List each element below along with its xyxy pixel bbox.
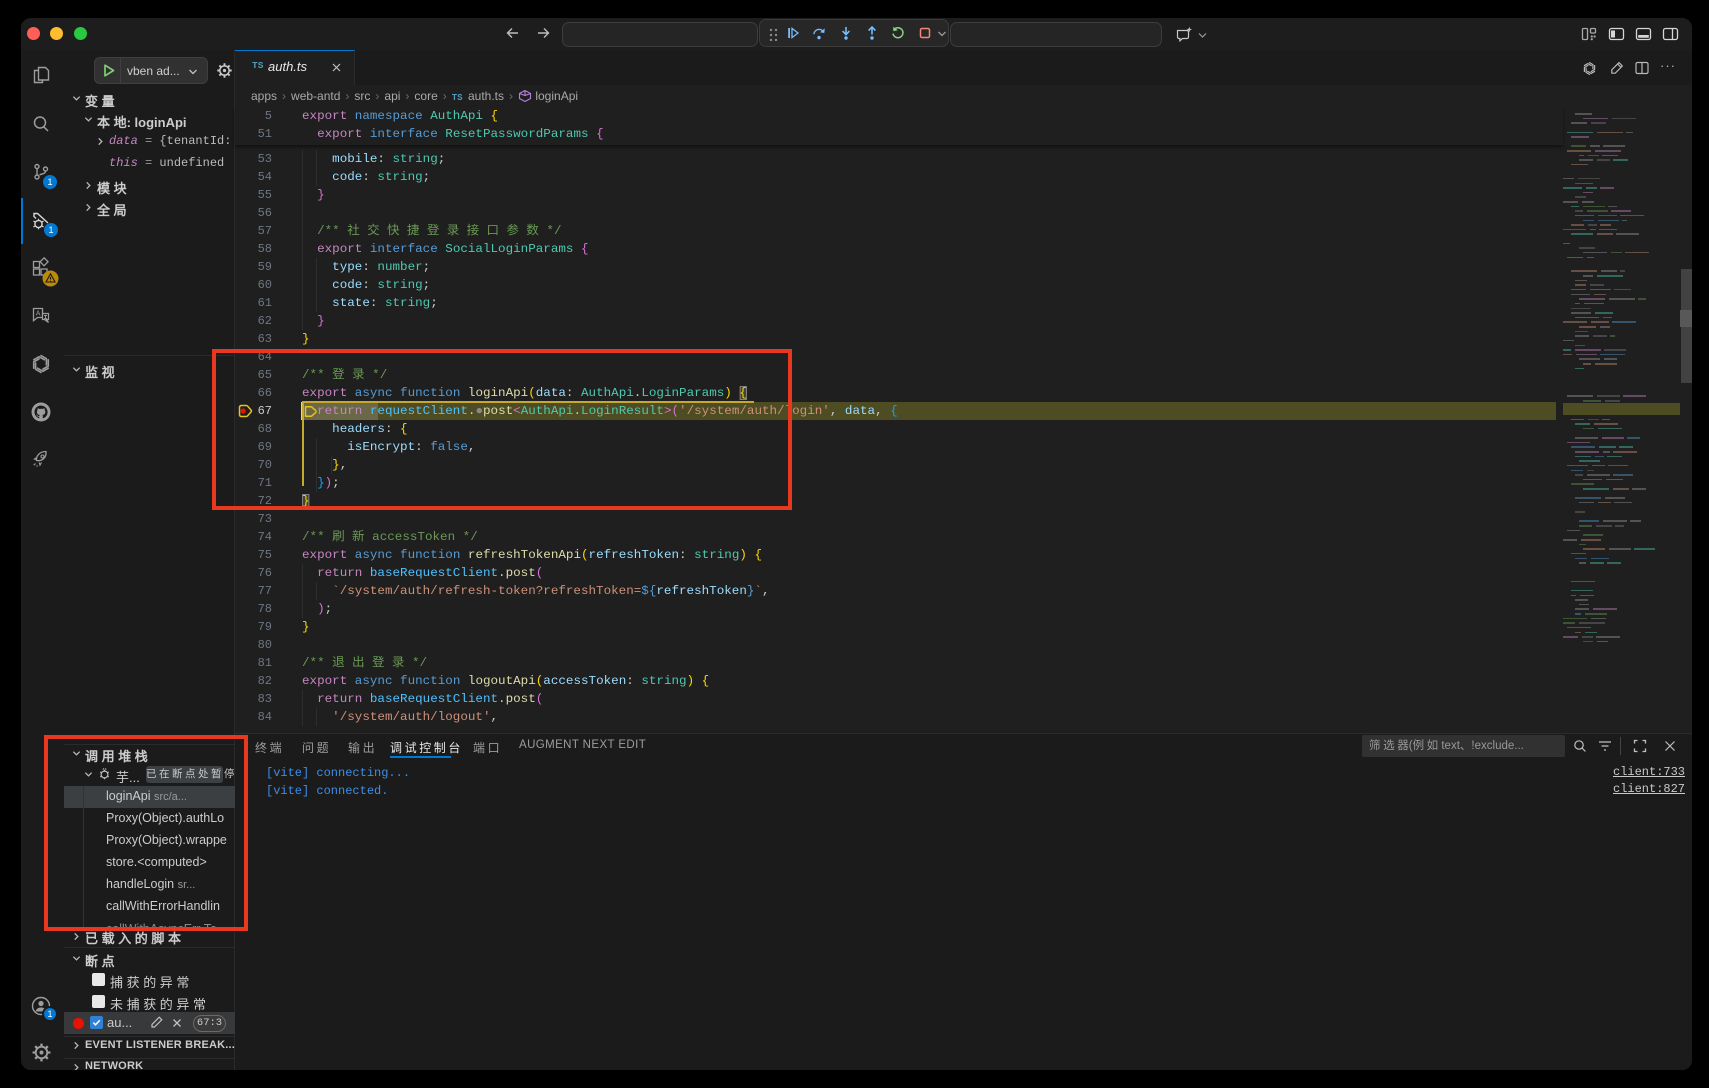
svg-text:A: A [36, 311, 41, 318]
